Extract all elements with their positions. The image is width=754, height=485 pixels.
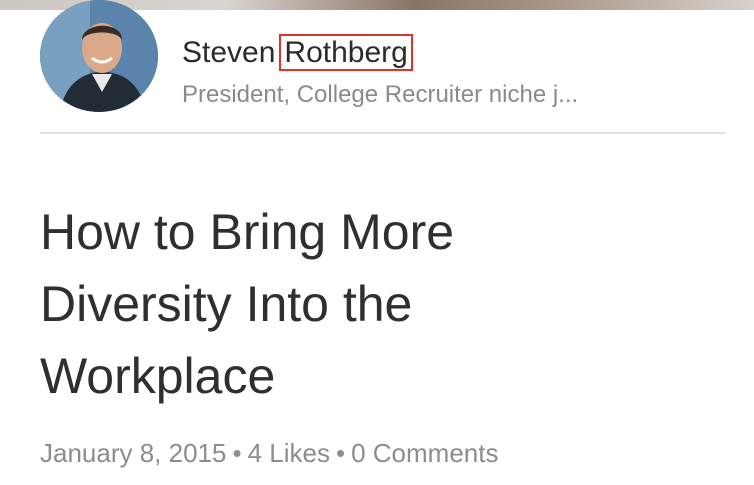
author-first-name: Steven (182, 36, 276, 69)
comments-count-link[interactable]: 0 Comments (351, 438, 498, 468)
meta-separator: • (232, 438, 242, 468)
likes-count-link[interactable]: 4 Likes (248, 438, 330, 468)
meta-separator: • (335, 438, 346, 468)
divider (40, 132, 726, 134)
avatar[interactable] (40, 0, 158, 112)
article-title-line: Diversity Into the (40, 276, 413, 332)
article-date: January 8, 2015 (40, 438, 227, 468)
author-last-name-highlighted: Rothberg (279, 34, 413, 71)
article-meta: January 8, 2015 • 4 Likes • 0 Comments (40, 438, 498, 469)
article-title-line: Workplace (40, 348, 276, 404)
author-headline: President, College Recruiter niche j... (182, 81, 579, 108)
article-title[interactable]: How to Bring More Diversity Into the Wor… (40, 196, 720, 412)
author-name[interactable]: Steven Rothberg (182, 34, 413, 71)
article-title-line: How to Bring More (40, 204, 455, 260)
author-photo (40, 0, 158, 112)
